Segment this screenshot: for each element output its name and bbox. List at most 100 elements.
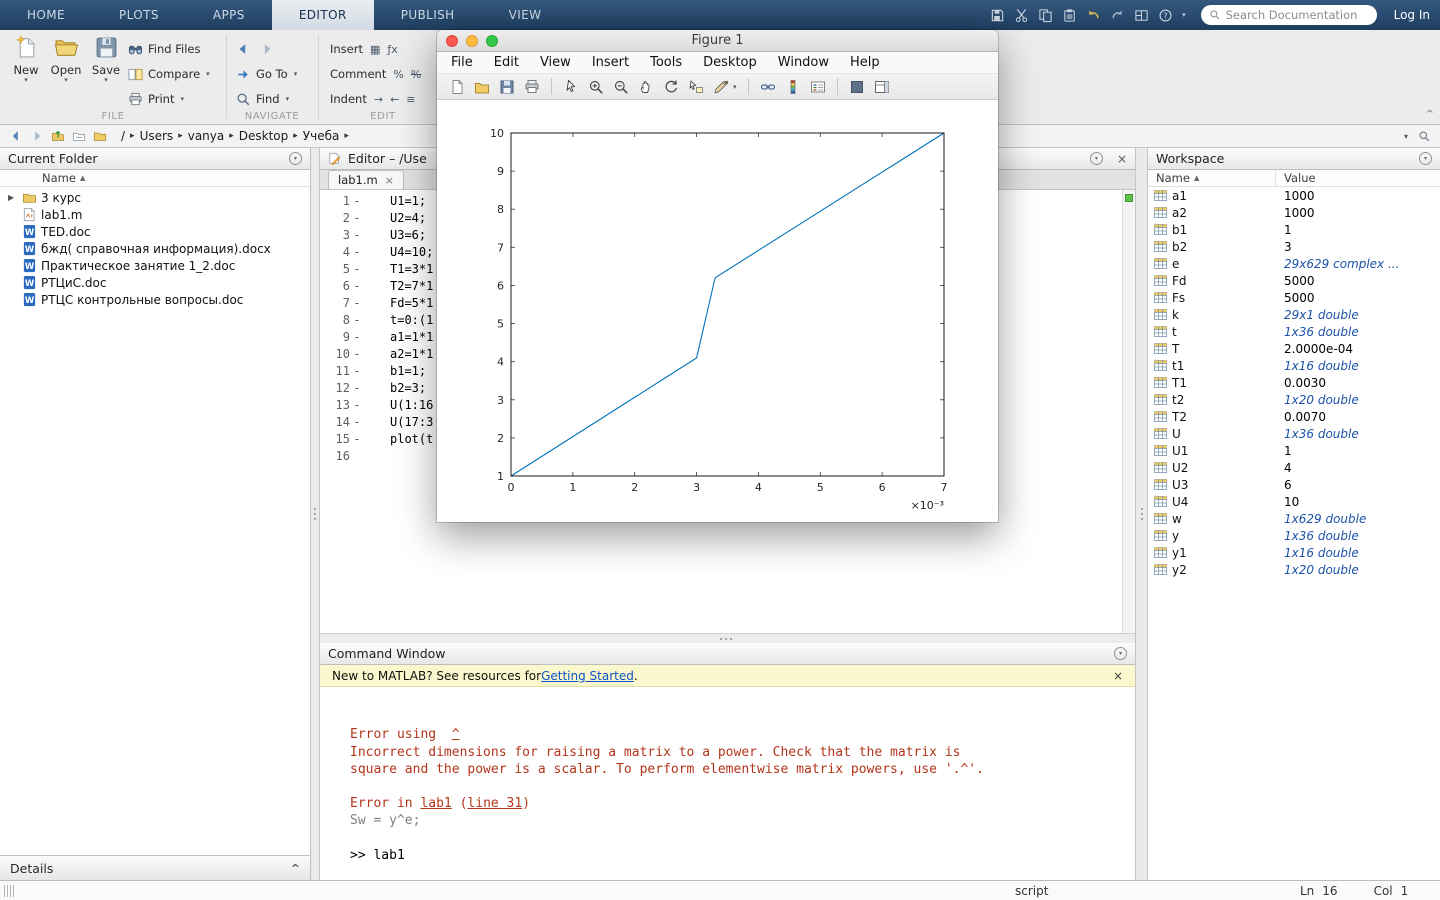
find-dropdown-icon[interactable]: ▾: [286, 95, 290, 103]
zoom-in-icon[interactable]: [588, 79, 604, 95]
file-row[interactable]: ▶ W TED.doc: [0, 223, 310, 240]
forward-icon[interactable]: [260, 42, 274, 56]
figure-titlebar[interactable]: Figure 1: [437, 30, 998, 52]
print-button[interactable]: Print ▾: [128, 89, 210, 109]
toolstrip-tab[interactable]: VIEW: [482, 0, 569, 30]
nav-back-icon[interactable]: [9, 129, 23, 143]
toolbar-dropdown-icon[interactable]: ▾: [1182, 11, 1186, 19]
doc-search-input[interactable]: [1226, 8, 1366, 22]
insert-function-icon[interactable]: ƒx: [387, 43, 397, 56]
folder-search-icon[interactable]: [1418, 130, 1431, 143]
breadcrumb-item[interactable]: vanya: [186, 129, 227, 143]
name-column-header[interactable]: Name ▲: [0, 170, 310, 187]
left-splitter[interactable]: [311, 148, 320, 880]
console[interactable]: Error using ^Incorrect dimensions for ra…: [320, 687, 1135, 880]
insert-colorbar-icon[interactable]: [785, 79, 801, 95]
go-to-button[interactable]: Go To ▾: [236, 64, 297, 84]
desktop-layout-icon[interactable]: [1134, 8, 1149, 23]
hide-plot-tools-icon[interactable]: [849, 79, 865, 95]
print-figure-icon[interactable]: [524, 79, 540, 95]
toolstrip-tab[interactable]: PLOTS: [92, 0, 186, 30]
close-window-icon[interactable]: [446, 35, 458, 47]
breadcrumb-separator-icon[interactable]: ▸: [226, 131, 237, 141]
workspace-row[interactable]: T 2.0000e-04: [1148, 340, 1440, 357]
panel-menu-icon[interactable]: ▾: [1114, 647, 1127, 660]
figure-plot-svg[interactable]: 0123456712345678910×10⁻³: [437, 100, 998, 522]
comment-row[interactable]: Comment % %: [330, 64, 421, 84]
workspace-row[interactable]: Fd 5000: [1148, 272, 1440, 289]
editor-tab[interactable]: lab1.m ×: [328, 170, 404, 189]
toolstrip-tab[interactable]: HOME: [0, 0, 92, 30]
details-expand-icon[interactable]: ^: [291, 862, 300, 875]
panel-menu-icon[interactable]: ▾: [1090, 152, 1103, 165]
breadcrumb-separator-icon[interactable]: ▸: [175, 131, 186, 141]
copy-icon[interactable]: [1038, 8, 1053, 23]
statusbar-grip[interactable]: [4, 885, 5, 897]
save-dropdown-icon[interactable]: ▾: [86, 77, 126, 84]
editor-command-splitter[interactable]: [320, 633, 1135, 643]
file-row[interactable]: ▶ W Практическое занятие 1_2.doc: [0, 257, 310, 274]
figure-menu-item[interactable]: Desktop: [703, 55, 757, 70]
indent-left-icon[interactable]: ←: [390, 93, 399, 106]
collapse-ribbon-icon[interactable]: ^: [1426, 109, 1434, 120]
path-dropdown-icon[interactable]: ▾: [1404, 132, 1408, 141]
figure-menu-item[interactable]: Help: [850, 55, 880, 70]
breadcrumb-separator-icon[interactable]: ▸: [341, 131, 352, 141]
file-row[interactable]: ▶ W РТЦС контрольные вопросы.doc: [0, 291, 310, 308]
up-folder-icon[interactable]: [51, 129, 65, 143]
compare-button[interactable]: Compare ▾: [128, 64, 210, 84]
undo-icon[interactable]: [1086, 8, 1101, 23]
workspace-row[interactable]: b1 1: [1148, 221, 1440, 238]
workspace-row[interactable]: Fs 5000: [1148, 289, 1440, 306]
details-bar[interactable]: Details ^: [0, 855, 310, 880]
workspace-row[interactable]: U1 1: [1148, 442, 1440, 459]
workspace-row[interactable]: U2 4: [1148, 459, 1440, 476]
panel-menu-icon[interactable]: ▾: [289, 152, 302, 165]
link-plot-icon[interactable]: [760, 79, 776, 95]
breadcrumb-item[interactable]: Учеба: [301, 129, 342, 143]
workspace-row[interactable]: U3 6: [1148, 476, 1440, 493]
figure-menu-item[interactable]: File: [451, 55, 473, 70]
workspace-row[interactable]: U 1x36 double: [1148, 425, 1440, 442]
breadcrumb-item[interactable]: Users: [138, 129, 176, 143]
panel-menu-icon[interactable]: ▾: [1419, 152, 1432, 165]
open-button[interactable]: Open ▾: [46, 35, 86, 84]
figure-menu-item[interactable]: Window: [778, 55, 829, 70]
workspace-row[interactable]: T1 0.0030: [1148, 374, 1440, 391]
open-dropdown-icon[interactable]: ▾: [46, 77, 86, 84]
zoom-out-icon[interactable]: [613, 79, 629, 95]
browse-folder-icon[interactable]: [72, 129, 86, 143]
workspace-row[interactable]: y1 1x16 double: [1148, 544, 1440, 561]
breadcrumb-item[interactable]: /: [119, 129, 127, 143]
login-button[interactable]: Log In: [1394, 8, 1430, 22]
minimize-window-icon[interactable]: [466, 35, 478, 47]
save-figure-icon[interactable]: [499, 79, 515, 95]
insert-legend-icon[interactable]: [810, 79, 826, 95]
workspace-row[interactable]: t2 1x20 double: [1148, 391, 1440, 408]
workspace-row[interactable]: a2 1000: [1148, 204, 1440, 221]
nav-forward-icon[interactable]: [30, 129, 44, 143]
workspace-row[interactable]: t1 1x16 double: [1148, 357, 1440, 374]
file-row[interactable]: ▶ W РТЦиС.doc: [0, 274, 310, 291]
insert-row[interactable]: Insert ▦ ƒx: [330, 39, 421, 59]
figure-menu-item[interactable]: Insert: [592, 55, 629, 70]
brush-icon[interactable]: [713, 79, 729, 95]
print-dropdown-icon[interactable]: ▾: [180, 95, 184, 103]
banner-close-icon[interactable]: ×: [1113, 669, 1123, 683]
indent-row[interactable]: Indent → ← ≡: [330, 89, 421, 109]
figure-menu-item[interactable]: Edit: [494, 55, 519, 70]
redo-icon[interactable]: [1110, 8, 1125, 23]
right-splitter[interactable]: [1135, 148, 1148, 880]
indent-right-icon[interactable]: →: [374, 93, 383, 106]
insert-section-icon[interactable]: ▦: [370, 43, 380, 56]
find-button[interactable]: Find ▾: [236, 89, 297, 109]
save-icon[interactable]: [990, 8, 1005, 23]
column-header-name[interactable]: Name ▲: [1148, 170, 1276, 186]
open-file-icon[interactable]: [474, 79, 490, 95]
workspace-row[interactable]: U4 10: [1148, 493, 1440, 510]
new-dropdown-icon[interactable]: ▾: [6, 77, 46, 84]
column-header-value[interactable]: Value: [1276, 171, 1316, 185]
edit-plot-icon[interactable]: [563, 79, 579, 95]
workspace-row[interactable]: y 1x36 double: [1148, 527, 1440, 544]
go-to-dropdown-icon[interactable]: ▾: [294, 70, 298, 78]
